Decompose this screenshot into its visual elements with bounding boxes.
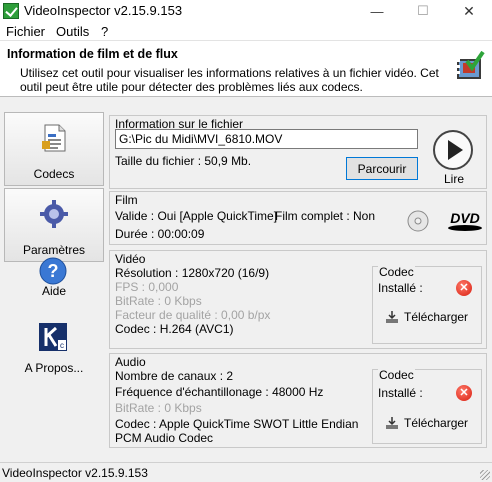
close-button[interactable]: ✕ (446, 0, 492, 22)
sidebar-item-label: Codecs (33, 167, 75, 181)
video-download-button[interactable]: Télécharger (385, 310, 468, 324)
menu-help[interactable]: ? (101, 24, 108, 39)
status-bar: VideoInspector v2.15.9.153 (0, 462, 492, 482)
download-label: Télécharger (404, 310, 469, 324)
audio-download-button[interactable]: Télécharger (385, 416, 468, 430)
title-bar: VideoInspector v2.15.9.153 — ☐ ✕ (0, 0, 492, 22)
help-icon: ? (39, 257, 67, 285)
sidebar-item-parametres[interactable]: Paramètres (4, 188, 104, 262)
sidebar-item-codecs[interactable]: Codecs (4, 112, 104, 186)
audio-codec-text-2: PCM Audio Codec (115, 431, 214, 445)
file-size-text: Taille du fichier : 50,9 Mb. (115, 154, 252, 168)
fps-text: FPS : 0,000 (115, 280, 179, 294)
download-label: Télécharger (404, 416, 469, 430)
download-icon (386, 311, 398, 323)
header: Information de film et de flux Utilisez … (0, 41, 492, 97)
menu-outils[interactable]: Outils (56, 24, 89, 39)
svg-text:c: c (60, 341, 64, 350)
minimize-button[interactable]: — (354, 0, 400, 22)
video-codec-text: Codec : H.264 (AVC1) (115, 322, 234, 336)
menu-bar: Fichier Outils ? (0, 22, 492, 41)
film-check-icon (457, 51, 485, 79)
file-path-input[interactable]: G:\Pic du Midi\MVI_6810.MOV (115, 129, 418, 149)
cd-icon (407, 210, 429, 232)
not-installed-icon: ✕ (456, 385, 472, 401)
download-icon (386, 417, 398, 429)
about-icon: c (39, 323, 67, 351)
installed-label: Installé : (378, 281, 423, 295)
installed-label: Installé : (378, 386, 423, 400)
gear-icon (40, 200, 68, 228)
resolution-text: Résolution : 1280x720 (16/9) (115, 266, 270, 280)
video-panel: Vidéo Résolution : 1280x720 (16/9) FPS :… (109, 250, 487, 349)
sidebar-item-aide[interactable]: ? Aide (4, 254, 104, 324)
duration-text: Durée : 00:00:09 (115, 227, 205, 241)
panel-title: Vidéo (115, 252, 146, 266)
header-title: Information de film et de flux (7, 47, 178, 61)
video-bitrate-text: BitRate : 0 Kbps (115, 294, 202, 308)
audio-codec-text: Codec : Apple QuickTime SWOT Little Endi… (115, 417, 359, 431)
window-title: VideoInspector v2.15.9.153 (24, 3, 183, 18)
dvd-icon: DVD (448, 210, 482, 231)
frequency-text: Fréquence d'échantillonage : 48000 Hz (115, 385, 324, 399)
sidebar: Codecs Paramètres ? Aide c A Propos... (4, 104, 104, 474)
svg-text:?: ? (48, 261, 59, 281)
complete-text: Film complet : Non (275, 209, 376, 223)
codec-box-title: Codec (378, 265, 415, 279)
valid-text: Valide : Oui [Apple QuickTime] (115, 209, 278, 223)
panel-title: Audio (115, 355, 146, 369)
app-check-icon (3, 3, 19, 19)
menu-fichier[interactable]: Fichier (6, 24, 45, 39)
channels-text: Nombre de canaux : 2 (115, 369, 234, 383)
sidebar-item-label: Aide (41, 284, 67, 298)
quality-text: Facteur de qualité : 0,00 b/px (115, 308, 271, 322)
svg-text:DVD: DVD (450, 210, 480, 226)
audio-codec-box: Codec Installé : ✕ Télécharger (372, 368, 482, 444)
header-description: Utilisez cet outil pour visualiser les i… (20, 66, 439, 94)
sidebar-item-label: A Propos... (24, 361, 84, 375)
maximize-button[interactable]: ☐ (400, 0, 446, 22)
not-installed-icon: ✕ (456, 280, 472, 296)
codec-box-title: Codec (378, 368, 415, 382)
document-icon (42, 124, 66, 152)
play-icon[interactable] (432, 129, 474, 171)
resize-grip-icon[interactable] (480, 470, 490, 480)
audio-panel: Audio Nombre de canaux : 2 Fréquence d'é… (109, 353, 487, 448)
play-label: Lire (444, 172, 465, 186)
browse-button[interactable]: Parcourir (346, 157, 418, 180)
audio-bitrate-text: BitRate : 0 Kbps (115, 401, 202, 415)
film-panel: Film Valide : Oui [Apple QuickTime] Film… (109, 191, 487, 245)
sidebar-item-a-propos[interactable]: c A Propos... (4, 318, 104, 392)
status-text: VideoInspector v2.15.9.153 (2, 466, 148, 480)
video-codec-box: Codec Installé : ✕ Télécharger (372, 265, 482, 344)
panel-title: Film (115, 193, 138, 207)
file-info-panel: Information sur le fichier G:\Pic du Mid… (109, 115, 487, 189)
